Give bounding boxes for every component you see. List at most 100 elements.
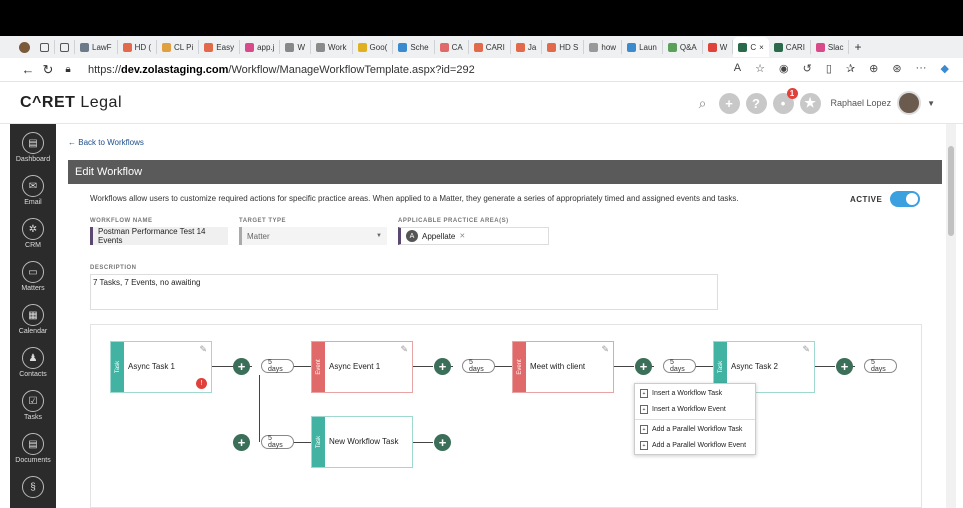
edit-pencil-icon[interactable]: ✎ xyxy=(400,344,408,355)
new-tab-icon[interactable]: + xyxy=(849,40,866,54)
split-screen-icon[interactable]: ▯ xyxy=(826,62,832,75)
sidebar-item-crm[interactable]: ✲ CRM xyxy=(10,218,56,249)
user-name[interactable]: Raphael Lopez xyxy=(831,98,892,108)
connector-line xyxy=(492,366,512,367)
refresh-icon[interactable]: ↻ xyxy=(38,62,58,78)
workflow-node-task[interactable]: Task New Workflow Task xyxy=(311,416,413,468)
sidebar-item-dashboard[interactable]: ▤ Dashboard xyxy=(10,132,56,163)
tab-favicon-icon xyxy=(515,42,525,52)
browser-tab[interactable]: Q&A xyxy=(663,40,703,54)
workflow-node-task[interactable]: Task Async Task 1 ✎ ! xyxy=(110,341,212,393)
tab-favicon-icon xyxy=(627,42,637,52)
browser-tab[interactable]: Easy xyxy=(199,40,241,54)
dashboard-icon: ▤ xyxy=(22,132,44,154)
extension-icon[interactable]: ◉ xyxy=(779,62,789,75)
connector-line xyxy=(291,442,311,443)
add-step-button[interactable]: + xyxy=(434,434,451,451)
collections-icon[interactable]: ⊕ xyxy=(869,62,878,75)
workflow-node-event[interactable]: Event Meet with client ✎ xyxy=(512,341,614,393)
add-step-button[interactable]: + xyxy=(233,358,250,375)
url-text[interactable]: https://dev.zolastaging.com/Workflow/Man… xyxy=(88,64,475,76)
profile-avatar-icon[interactable] xyxy=(14,40,35,54)
delay-pill[interactable]: 5 days xyxy=(261,435,294,449)
delay-pill[interactable]: 5 days xyxy=(462,359,495,373)
chevron-down-icon[interactable]: ▼ xyxy=(927,99,935,108)
close-tab-icon[interactable]: × xyxy=(759,43,764,52)
browser-tab[interactable]: Goo( xyxy=(353,40,394,54)
email-icon: ✉ xyxy=(22,175,44,197)
workflow-node-event[interactable]: Event Async Event 1 ✎ xyxy=(311,341,413,393)
add-step-button[interactable]: + xyxy=(635,358,652,375)
avatar[interactable] xyxy=(897,91,922,115)
add-step-button[interactable]: + xyxy=(233,434,250,451)
back-to-workflows-link[interactable]: ← Back to Workflows xyxy=(68,138,144,147)
sidebar-item-tasks[interactable]: ☑ Tasks xyxy=(10,390,56,421)
sync-icon[interactable]: ↺ xyxy=(803,62,812,75)
menu-item-insert-event[interactable]: + Insert a Workflow Event xyxy=(640,405,726,414)
add-step-button[interactable]: + xyxy=(434,358,451,375)
add-icon[interactable]: + xyxy=(718,92,740,114)
delay-pill[interactable]: 5 days xyxy=(261,359,294,373)
browser-tab[interactable]: Laun xyxy=(622,40,663,54)
menu-item-parallel-event[interactable]: + Add a Parallel Workflow Event xyxy=(640,441,746,450)
browser-tab[interactable]: HD ( xyxy=(118,40,158,54)
read-aloud-icon[interactable]: A xyxy=(734,62,741,75)
chat-icon[interactable]: • 1 xyxy=(772,87,798,114)
browser-tab[interactable]: HD S xyxy=(542,40,585,54)
practice-area-field[interactable]: A Appellate ✕ xyxy=(398,227,549,245)
browser-tab[interactable]: app.j xyxy=(240,40,281,54)
copilot-icon[interactable]: ◆ xyxy=(941,62,949,75)
browser-tab[interactable]: C × xyxy=(733,37,769,57)
browser-tab[interactable]: CARI xyxy=(469,40,511,54)
sidebar-item-documents[interactable]: ▤ Documents xyxy=(10,433,56,464)
browser-tab[interactable]: Ja xyxy=(511,40,543,54)
sidebar-item-billing[interactable]: § xyxy=(10,476,56,500)
scrollbar-thumb[interactable] xyxy=(948,146,954,236)
warning-icon: ! xyxy=(196,378,207,389)
page-scrollbar[interactable] xyxy=(946,124,956,508)
favorite-star-icon[interactable]: ☆ xyxy=(755,62,765,75)
menu-item-insert-task[interactable]: + Insert a Workflow Task xyxy=(640,389,722,398)
browser-tab[interactable]: CL Pi xyxy=(157,40,200,54)
target-type-select[interactable]: Matter ▼ xyxy=(239,227,387,245)
remove-chip-icon[interactable]: ✕ xyxy=(459,232,465,240)
sidebar-item-matters[interactable]: ▭ Matters xyxy=(10,261,56,292)
add-step-button[interactable]: + xyxy=(836,358,853,375)
connector-line xyxy=(693,366,713,367)
description-textarea[interactable]: 7 Tasks, 7 Events, no awaiting xyxy=(90,274,718,310)
lock-icon: 🔒︎ xyxy=(65,64,71,75)
help-icon[interactable]: ? xyxy=(745,92,767,114)
browser-tab[interactable]: W xyxy=(280,40,311,54)
browser-tab[interactable]: LawF xyxy=(75,40,118,54)
sidebar-item-contacts[interactable]: ♟ Contacts xyxy=(10,347,56,378)
browser-tab[interactable]: how xyxy=(584,40,623,54)
tab-favicon-icon xyxy=(316,42,325,52)
sidebar-item-label: CRM xyxy=(25,242,41,249)
edit-pencil-icon[interactable]: ✎ xyxy=(601,344,609,355)
browser-tab[interactable]: Work xyxy=(311,40,353,54)
caret-legal-logo[interactable]: C^RET Legal xyxy=(20,94,122,112)
browser-tab[interactable]: Sche xyxy=(393,40,435,54)
billing-icon: § xyxy=(22,476,44,498)
sidebar-item-email[interactable]: ✉ Email xyxy=(10,175,56,206)
favorites-icon[interactable]: ✰ xyxy=(846,62,855,75)
active-toggle[interactable] xyxy=(890,191,921,207)
workflow-name-field[interactable]: Postman Performance Test 14 Events xyxy=(90,227,228,245)
star-icon[interactable]: ★ xyxy=(799,92,821,114)
profile-icon[interactable]: ⊛ xyxy=(892,62,901,75)
delay-pill[interactable]: 5 days xyxy=(864,359,897,373)
sidebar-item-calendar[interactable]: ▦ Calendar xyxy=(10,304,56,335)
browser-tab[interactable]: W xyxy=(703,40,734,54)
search-icon[interactable]: ⌕ xyxy=(699,95,707,112)
edit-pencil-icon[interactable]: ✎ xyxy=(802,344,810,355)
back-arrow-icon[interactable]: ← xyxy=(18,62,38,77)
workspaces-icon[interactable] xyxy=(35,40,55,54)
tab-actions-icon[interactable] xyxy=(55,40,75,54)
edit-pencil-icon[interactable]: ✎ xyxy=(199,344,207,355)
menu-dots-icon[interactable]: ··· xyxy=(916,62,927,75)
browser-tab[interactable]: CARI xyxy=(769,40,811,54)
delay-pill[interactable]: 5 days xyxy=(663,359,696,373)
browser-tab[interactable]: Slac xyxy=(811,40,850,54)
browser-tab[interactable]: CA xyxy=(435,40,469,54)
menu-item-parallel-task[interactable]: + Add a Parallel Workflow Task xyxy=(640,425,742,434)
